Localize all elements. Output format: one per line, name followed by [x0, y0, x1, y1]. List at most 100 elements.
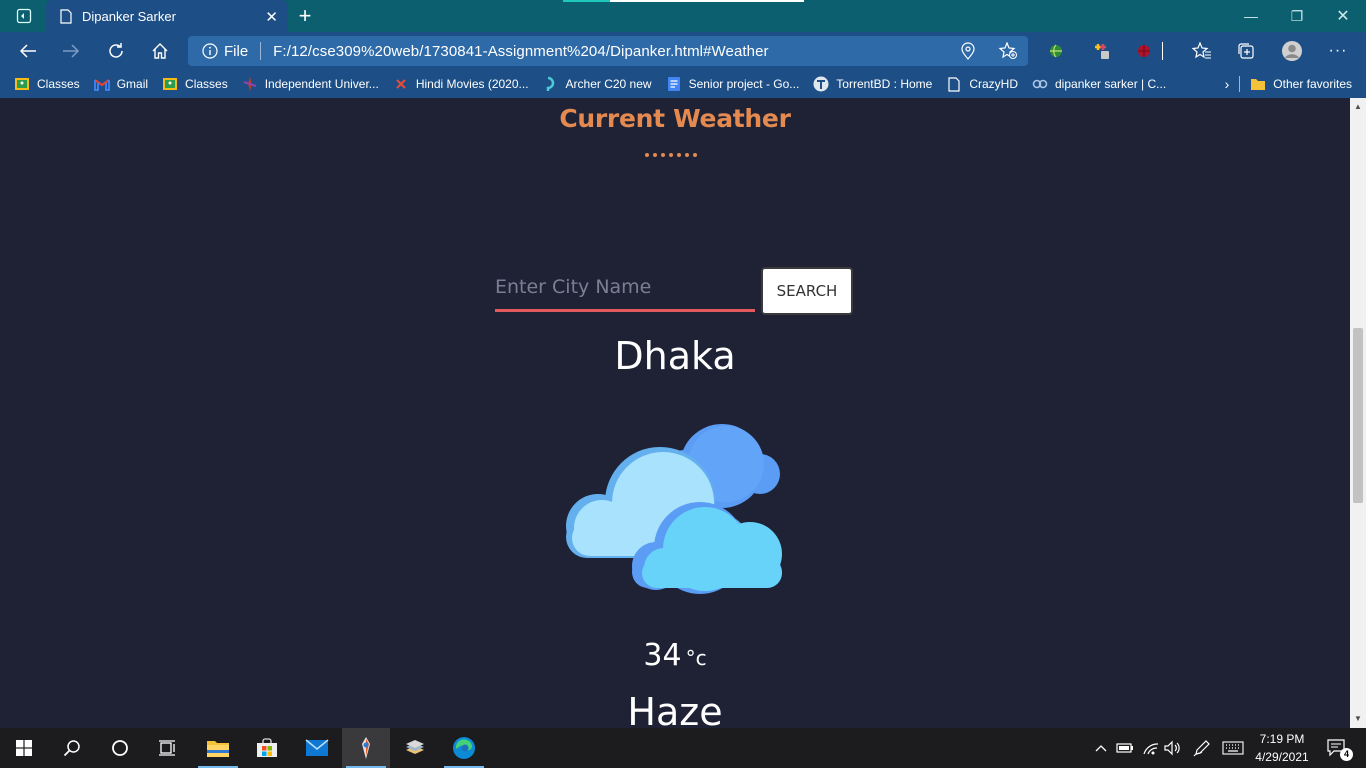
show-hidden-icons-button[interactable] — [1090, 728, 1112, 768]
system-clock[interactable]: 7:19 PM 4/29/2021 — [1250, 730, 1314, 766]
edge-browser-button[interactable] — [440, 728, 488, 768]
divider-dot — [677, 153, 681, 157]
scrollbar-thumb[interactable] — [1353, 328, 1363, 503]
divider-dot — [645, 153, 649, 157]
extension-button-1[interactable] — [1036, 32, 1076, 70]
forward-button[interactable] — [51, 32, 91, 70]
battery-icon — [1116, 743, 1134, 753]
title-bar: Dipanker Sarker ✕ + — ❐ ✕ — [0, 0, 1366, 32]
action-center-button[interactable]: 4 — [1322, 728, 1353, 768]
mail-envelope-icon — [305, 739, 329, 757]
task-view-icon — [158, 739, 178, 757]
extension-record-icon — [1136, 43, 1152, 59]
chevron-right-icon[interactable]: › — [1225, 76, 1230, 92]
clock-date: 4/29/2021 — [1255, 750, 1309, 764]
bookmark-label: Classes — [185, 77, 228, 91]
star-add-icon — [998, 42, 1018, 60]
minimize-icon: — — [1244, 8, 1258, 24]
city-search-input[interactable] — [495, 270, 755, 312]
add-favorite-button[interactable] — [998, 36, 1018, 66]
close-tab-icon[interactable]: ✕ — [265, 8, 278, 26]
bookmark-label: Gmail — [116, 77, 149, 91]
other-favorites-label: Other favorites — [1273, 77, 1352, 91]
plus-icon: + — [298, 3, 312, 28]
active-app-button[interactable] — [342, 728, 390, 768]
cortana-circle-icon — [111, 739, 129, 757]
more-dots-icon: ··· — [1328, 42, 1348, 59]
other-favorites-folder[interactable]: Other favorites — [1250, 76, 1352, 92]
settings-menu-button[interactable]: ··· — [1318, 32, 1358, 70]
info-icon[interactable] — [202, 43, 218, 59]
mail-button[interactable] — [293, 728, 341, 768]
close-icon: ✕ — [1336, 8, 1350, 25]
bookmark-item[interactable]: dipanker sarker | C... — [1032, 76, 1166, 92]
bookmark-label: Classes — [37, 77, 80, 91]
navigation-bar: File F:/12/cse309%20web/1730841-Assignme… — [0, 32, 1366, 70]
task-view-button[interactable] — [144, 728, 192, 768]
bookmark-label: dipanker sarker | C... — [1055, 77, 1167, 91]
page-icon — [946, 76, 962, 92]
bookmark-item[interactable]: Independent Univer... — [242, 76, 379, 92]
location-button[interactable] — [960, 36, 976, 66]
chevron-up-icon — [1095, 744, 1107, 752]
location-pin-icon — [960, 42, 976, 60]
movie-icon — [393, 76, 409, 92]
extension-button-2[interactable] — [1082, 32, 1122, 70]
profile-button[interactable] — [1272, 32, 1312, 70]
bookmark-label: Hindi Movies (2020... — [415, 77, 529, 91]
gmail-icon — [93, 76, 110, 92]
bookmark-label: Archer C20 new — [565, 77, 652, 91]
cortana-button[interactable] — [96, 728, 144, 768]
bookmark-item[interactable]: Archer C20 new — [543, 76, 652, 92]
minimize-button[interactable]: — — [1228, 0, 1274, 32]
restore-button[interactable]: ❐ — [1274, 0, 1320, 32]
weather-page: Current Weather SEARCH Dhaka — [0, 98, 1350, 728]
scroll-up-icon[interactable]: ▲ — [1354, 102, 1362, 111]
bookmark-item[interactable]: TorrentBD : Home — [813, 76, 932, 92]
tab-actions-button[interactable] — [8, 0, 40, 32]
bookmark-item[interactable]: Hindi Movies (2020... — [393, 76, 529, 92]
taskbar-app-button[interactable] — [391, 728, 439, 768]
extension-puzzle-icon — [1092, 41, 1112, 61]
forward-arrow-icon — [62, 43, 80, 59]
bookmark-label: CrazyHD — [969, 77, 1018, 91]
city-name: Dhaka — [614, 334, 736, 378]
microsoft-store-button[interactable] — [243, 728, 291, 768]
bookmark-item[interactable]: CrazyHD — [946, 76, 1018, 92]
bookmark-item[interactable]: Classes — [162, 76, 228, 92]
bookmark-item[interactable]: Classes — [14, 76, 80, 92]
favorites-button[interactable] — [1182, 32, 1222, 70]
search-button[interactable] — [48, 728, 96, 768]
weather-condition: Haze — [627, 690, 723, 728]
bookmark-item[interactable]: Senior project - Go... — [666, 76, 799, 92]
refresh-button[interactable] — [96, 32, 136, 70]
university-icon — [242, 76, 258, 92]
active-tab[interactable]: Dipanker Sarker ✕ — [46, 0, 288, 32]
home-button[interactable] — [140, 32, 180, 70]
favorites-star-icon — [1192, 42, 1212, 60]
divider-dot — [653, 153, 657, 157]
pen-workspace-button[interactable] — [1190, 728, 1214, 768]
page-scrollbar[interactable]: ▲ ▼ — [1350, 98, 1366, 728]
address-url[interactable]: F:/12/cse309%20web/1730841-Assignment%20… — [273, 43, 768, 60]
close-window-button[interactable]: ✕ — [1320, 0, 1366, 32]
touch-keyboard-button[interactable] — [1220, 728, 1246, 768]
folder-icon — [1250, 76, 1266, 92]
document-icon — [60, 8, 72, 24]
temperature-display: 34 °c — [0, 638, 1350, 673]
battery-button[interactable] — [1114, 728, 1136, 768]
start-button[interactable] — [0, 728, 48, 768]
scroll-down-icon[interactable]: ▼ — [1354, 714, 1362, 723]
file-explorer-button[interactable] — [194, 728, 242, 768]
collections-button[interactable] — [1226, 32, 1266, 70]
volume-button[interactable] — [1162, 728, 1184, 768]
back-button[interactable] — [8, 32, 48, 70]
docs-icon — [666, 76, 682, 92]
new-tab-button[interactable]: + — [292, 0, 318, 32]
search-button[interactable]: SEARCH — [761, 267, 853, 315]
address-bar[interactable]: File F:/12/cse309%20web/1730841-Assignme… — [188, 36, 1028, 66]
bookmark-item[interactable]: Gmail — [93, 76, 149, 92]
address-scheme-label: File — [224, 42, 249, 60]
network-button[interactable] — [1139, 728, 1163, 768]
bookmark-label: Independent Univer... — [264, 77, 379, 91]
